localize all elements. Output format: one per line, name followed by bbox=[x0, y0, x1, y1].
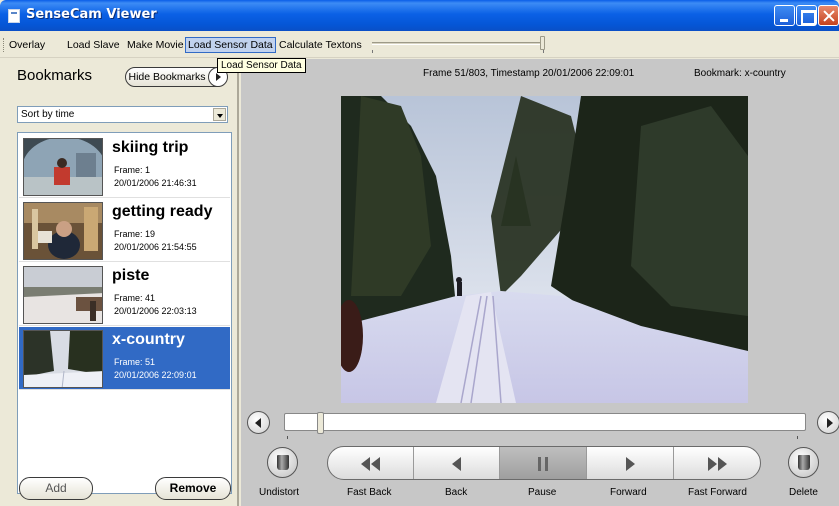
seek-back-button[interactable] bbox=[247, 411, 270, 434]
bookmark-timestamp: 20/01/2006 21:46:31 bbox=[114, 178, 197, 188]
undistort-label: Undistort bbox=[259, 487, 300, 498]
current-bookmark: Bookmark: x-country bbox=[694, 68, 786, 79]
window-title: SenseCam Viewer bbox=[26, 7, 157, 22]
hide-bookmarks-button[interactable]: Hide Bookmarks bbox=[125, 67, 228, 87]
menu-overlay[interactable]: Overlay bbox=[7, 37, 47, 53]
playback-controls bbox=[327, 446, 761, 480]
bookmark-item-selected[interactable]: x-country Frame: 51 20/01/2006 22:09:01 bbox=[19, 327, 230, 390]
forward-label: Forward bbox=[610, 487, 647, 498]
bookmark-thumbnail bbox=[23, 266, 103, 324]
bookmark-timestamp: 20/01/2006 22:09:01 bbox=[114, 370, 197, 380]
hide-bookmarks-label: Hide Bookmarks bbox=[128, 71, 206, 83]
menu-load-slave[interactable]: Load Slave bbox=[65, 37, 122, 53]
bookmark-frame: Frame: 19 bbox=[114, 229, 156, 239]
bookmark-name: piste bbox=[112, 267, 150, 284]
bookmark-name: skiing trip bbox=[112, 139, 189, 156]
bookmark-name: getting ready bbox=[112, 203, 213, 220]
forward-button[interactable] bbox=[587, 447, 674, 479]
bookmark-item[interactable]: getting ready Frame: 19 20/01/2006 21:54… bbox=[19, 199, 230, 262]
back-icon bbox=[452, 457, 461, 471]
fast-back-icon bbox=[361, 457, 370, 471]
menu-calculate-textons[interactable]: Calculate Textons bbox=[277, 37, 364, 53]
forward-icon bbox=[626, 457, 635, 471]
sort-dropdown-value: Sort by time bbox=[21, 109, 75, 120]
toolbar-slider-thumb[interactable] bbox=[540, 36, 545, 50]
frame-slider-thumb[interactable] bbox=[317, 412, 324, 434]
fast-forward-label: Fast Forward bbox=[688, 487, 747, 498]
app-window: SenseCam Viewer Overlay Load Slave Make … bbox=[0, 0, 839, 506]
tooltip: Load Sensor Data bbox=[217, 58, 306, 73]
toolbar-slider-tick bbox=[372, 50, 373, 53]
bookmark-thumbnail bbox=[23, 202, 103, 260]
bookmark-frame: Frame: 51 bbox=[114, 357, 156, 367]
fast-back-label: Fast Back bbox=[347, 487, 392, 498]
bookmark-thumbnail bbox=[23, 330, 103, 388]
trash-icon bbox=[798, 455, 810, 470]
viewer-panel: Frame 51/803, Timestamp 20/01/2006 22:09… bbox=[241, 59, 839, 506]
frame-slider-tick bbox=[797, 436, 798, 439]
bookmark-item[interactable]: piste Frame: 41 20/01/2006 22:03:13 bbox=[19, 263, 230, 326]
bookmark-frame: Frame: 1 bbox=[114, 165, 151, 175]
bookmark-timestamp: 20/01/2006 21:54:55 bbox=[114, 242, 197, 252]
bookmark-timestamp: 20/01/2006 22:03:13 bbox=[114, 306, 197, 316]
undistort-icon bbox=[277, 455, 289, 470]
frame-image[interactable] bbox=[341, 96, 748, 403]
toolbar-slider-track bbox=[372, 42, 544, 45]
back-label: Back bbox=[445, 487, 468, 498]
chevron-down-icon[interactable] bbox=[213, 108, 226, 121]
title-bar[interactable]: SenseCam Viewer bbox=[0, 0, 839, 31]
fast-forward-button[interactable] bbox=[674, 447, 760, 479]
remove-button[interactable]: Remove bbox=[155, 477, 231, 500]
toolbar-grip[interactable] bbox=[3, 38, 5, 52]
bookmark-list[interactable]: skiing trip Frame: 1 20/01/2006 21:46:31 bbox=[17, 132, 232, 494]
toolbar-slider-tick bbox=[543, 50, 544, 53]
delete-label: Delete bbox=[789, 487, 818, 498]
frame-info: Frame 51/803, Timestamp 20/01/2006 22:09… bbox=[423, 68, 635, 79]
back-button[interactable] bbox=[414, 447, 500, 479]
bookmarks-title: Bookmarks bbox=[17, 67, 93, 84]
menu-make-movie[interactable]: Make Movie bbox=[125, 37, 186, 53]
minimize-button[interactable] bbox=[774, 5, 795, 26]
menu-bar: Overlay Load Slave Make Movie Load Senso… bbox=[0, 31, 839, 58]
frame-slider-tick bbox=[287, 436, 288, 439]
bookmark-frame: Frame: 41 bbox=[114, 293, 156, 303]
bookmarks-panel: Bookmarks Hide Bookmarks Sort by time sk… bbox=[0, 59, 239, 506]
pause-button[interactable] bbox=[500, 447, 587, 479]
bookmark-name: x-country bbox=[112, 331, 185, 348]
bookmark-item[interactable]: skiing trip Frame: 1 20/01/2006 21:46:31 bbox=[19, 135, 230, 198]
toolbar-slider[interactable] bbox=[372, 36, 546, 53]
close-button[interactable] bbox=[818, 5, 839, 26]
fast-back-icon bbox=[371, 457, 380, 471]
fast-forward-icon bbox=[708, 457, 717, 471]
sort-dropdown[interactable]: Sort by time bbox=[17, 106, 228, 123]
delete-button[interactable] bbox=[788, 447, 819, 478]
pause-icon bbox=[538, 457, 541, 471]
bookmark-thumbnail bbox=[23, 138, 103, 196]
add-button[interactable]: Add bbox=[19, 477, 93, 500]
fast-forward-icon bbox=[718, 457, 727, 471]
fast-back-button[interactable] bbox=[328, 447, 414, 479]
app-icon bbox=[8, 9, 20, 23]
maximize-button[interactable] bbox=[796, 5, 817, 26]
frame-slider[interactable] bbox=[284, 412, 806, 439]
menu-load-sensor-data[interactable]: Load Sensor Data bbox=[185, 37, 276, 53]
seek-forward-button[interactable] bbox=[817, 411, 839, 434]
pause-icon bbox=[545, 457, 548, 471]
pause-label: Pause bbox=[528, 487, 557, 498]
undistort-button[interactable] bbox=[267, 447, 298, 478]
